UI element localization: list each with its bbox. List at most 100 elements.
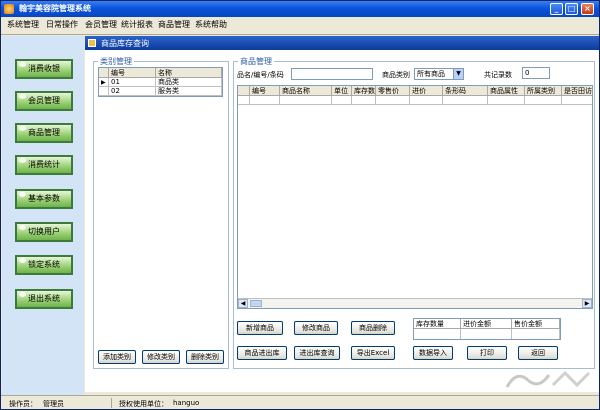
- table-cell[interactable]: [410, 96, 443, 105]
- count-label: 共记录数: [484, 71, 512, 79]
- add-goods-button[interactable]: 新增商品: [237, 321, 283, 335]
- maximize-button[interactable]: □: [565, 3, 578, 15]
- nav-exit[interactable]: 退出系统: [15, 289, 73, 309]
- nav-members[interactable]: 会员管理: [15, 91, 73, 111]
- category-table[interactable]: 编号 名称 ▶ 01 商品类 02 服务类: [98, 67, 223, 97]
- table-row-name[interactable]: 服务类: [156, 87, 222, 96]
- nav-checkout[interactable]: 消费收银: [15, 59, 73, 79]
- category-group: 类别管理 编号 名称 ▶ 01 商品类 02 服务类 添加类别 修改类别 删除类…: [93, 56, 229, 369]
- type-select-value: 所有商品: [417, 70, 445, 78]
- summary-col-cost: 进价金额: [461, 319, 512, 329]
- summary-retail-value: [512, 329, 560, 339]
- scroll-left-icon[interactable]: ◀: [238, 299, 248, 308]
- menu-members[interactable]: 会员管理: [85, 19, 117, 30]
- nav-lock[interactable]: 锁定系统: [15, 255, 73, 275]
- table-cell[interactable]: [443, 96, 488, 105]
- nav-switch-user[interactable]: 切换用户: [15, 222, 73, 242]
- row-header: [99, 68, 109, 78]
- summary-stock-value: [414, 329, 461, 339]
- goods-col-cost: 进价: [410, 86, 443, 96]
- summary-col-retail: 售价金额: [512, 319, 560, 329]
- nav-label: 消费收银: [28, 64, 60, 73]
- main-window: 翰宇美容院管理系统 _ □ × 系统管理 日常操作 会员管理 统计报表 商品管理…: [0, 0, 600, 410]
- menu-reports[interactable]: 统计报表: [121, 19, 153, 30]
- status-bar: 操作员： 管理员 授权使用单位： hanguo: [1, 395, 599, 409]
- table-cell[interactable]: [352, 96, 376, 105]
- nav-params[interactable]: 基本参数: [15, 189, 73, 209]
- goods-col-attr: 商品属性: [488, 86, 525, 96]
- nav-goods[interactable]: 商品管理: [15, 123, 73, 143]
- leaf-icon: [19, 62, 26, 67]
- leaf-icon: [19, 158, 26, 163]
- nav-label: 切换用户: [28, 227, 60, 236]
- stock-query-button[interactable]: 进出库查询: [294, 346, 340, 360]
- status-divider: [111, 398, 112, 408]
- table-cell[interactable]: [280, 96, 332, 105]
- form-title: 商品库存查询: [101, 39, 149, 48]
- goods-col-category: 所属类别: [525, 86, 562, 96]
- table-cell[interactable]: [562, 96, 592, 105]
- nav-label: 锁定系统: [28, 260, 60, 269]
- window-title: 翰宇美容院管理系统: [19, 4, 91, 13]
- table-cell[interactable]: [332, 96, 352, 105]
- table-cell[interactable]: [376, 96, 410, 105]
- watermark-logo: [505, 370, 591, 388]
- delete-category-button[interactable]: 删除类别: [186, 350, 224, 364]
- form-icon: [88, 39, 96, 47]
- chevron-down-icon[interactable]: ▼: [453, 69, 463, 79]
- nav-label: 基本参数: [28, 194, 60, 203]
- menu-daily[interactable]: 日常操作: [46, 19, 78, 30]
- table-row-name[interactable]: 商品类: [156, 78, 222, 87]
- menu-system[interactable]: 系统管理: [7, 19, 39, 30]
- close-button[interactable]: ×: [581, 3, 594, 15]
- row-header: [238, 96, 250, 105]
- print-button[interactable]: 打印: [467, 346, 507, 360]
- goods-col-stock: 库存数: [352, 86, 376, 96]
- edit-goods-button[interactable]: 修改商品: [294, 321, 338, 335]
- table-row-code[interactable]: 01: [109, 78, 156, 87]
- nav-label: 商品管理: [28, 128, 60, 137]
- stock-in-out-button[interactable]: 商品进出库: [237, 346, 287, 360]
- table-cell[interactable]: [525, 96, 562, 105]
- nav-label: 会员管理: [28, 96, 60, 105]
- import-data-button[interactable]: 数据导入: [413, 346, 453, 360]
- count-field: 0: [522, 67, 550, 79]
- nav-label: 退出系统: [28, 294, 60, 303]
- goods-col-barcode: 条形码: [443, 86, 488, 96]
- goods-table[interactable]: 编号 商品名称 单位 库存数 零售价 进价 条形码 商品属性 所属类别 是否田访: [237, 85, 593, 309]
- table-row-code[interactable]: 02: [109, 87, 156, 96]
- edit-category-button[interactable]: 修改类别: [142, 350, 180, 364]
- app-icon: [4, 4, 14, 14]
- menu-bar: 系统管理 日常操作 会员管理 统计报表 商品管理 系统帮助: [1, 17, 599, 31]
- table-cell[interactable]: [488, 96, 525, 105]
- category-col-name: 名称: [156, 68, 222, 78]
- goods-col-retail: 零售价: [376, 86, 410, 96]
- horizontal-scrollbar[interactable]: ◀ ▶: [238, 298, 592, 308]
- scroll-thumb[interactable]: [250, 300, 262, 307]
- goods-group: 商品管理 品名/编号/条码 商品类别 所有商品 ▼ 共记录数 0 编号 商品名称…: [233, 56, 595, 369]
- summary-table: 库存数量 进价金额 售价金额: [413, 318, 561, 340]
- row-header: [99, 87, 109, 96]
- minimize-button[interactable]: _: [550, 3, 563, 15]
- delete-goods-button[interactable]: 商品删除: [351, 321, 395, 335]
- export-excel-button[interactable]: 导出Excel: [351, 346, 395, 360]
- type-label: 商品类别: [382, 71, 410, 79]
- menu-help[interactable]: 系统帮助: [195, 19, 227, 30]
- category-col-code: 编号: [109, 68, 156, 78]
- form-title-bar: 商品库存查询: [85, 36, 599, 50]
- back-button[interactable]: 返回: [518, 346, 558, 360]
- search-input[interactable]: [291, 68, 373, 80]
- type-select[interactable]: 所有商品 ▼: [414, 68, 464, 80]
- menu-goods[interactable]: 商品管理: [158, 19, 190, 30]
- nav-stats[interactable]: 消费统计: [15, 155, 73, 175]
- add-category-button[interactable]: 添加类别: [98, 350, 136, 364]
- scroll-right-icon[interactable]: ▶: [582, 299, 592, 308]
- nav-label: 消费统计: [28, 160, 60, 169]
- leaf-icon: [19, 192, 26, 197]
- licensee-label: 授权使用单位：: [119, 400, 168, 408]
- toolstrip: [1, 31, 599, 35]
- leaf-icon: [19, 94, 26, 99]
- table-cell[interactable]: [250, 96, 280, 105]
- licensee-name: hanguo: [173, 399, 200, 407]
- operator-label: 操作员：: [9, 400, 37, 408]
